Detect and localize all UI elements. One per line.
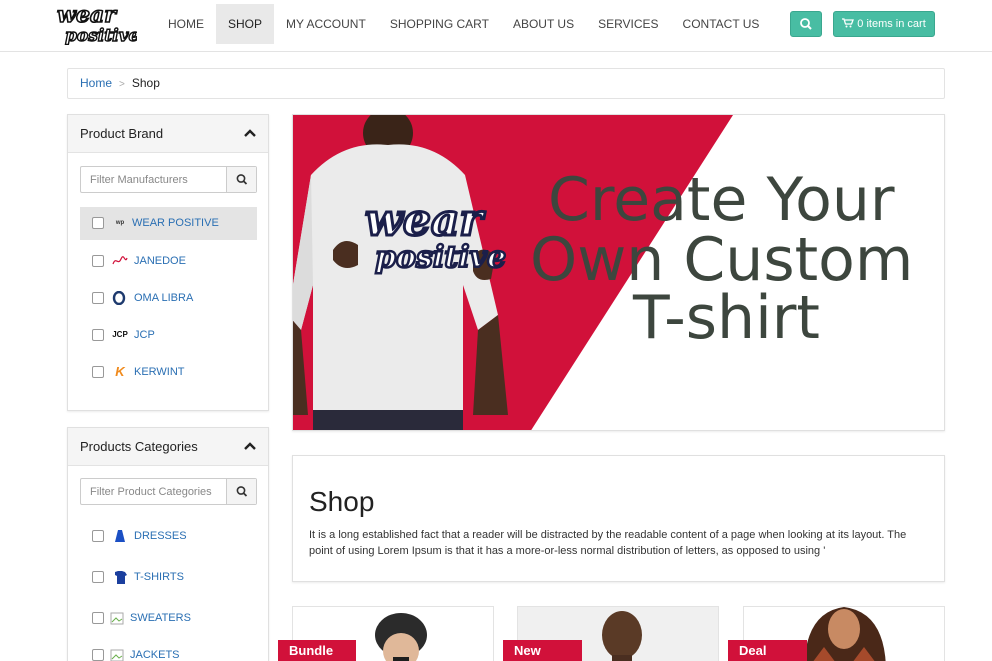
category-item-tshirts[interactable]: T-SHIRTS: [80, 561, 257, 594]
category-item-jackets[interactable]: JACKETS: [80, 639, 257, 661]
wear-positive-brand-icon: wp: [115, 220, 125, 226]
breadcrumb-home-link[interactable]: Home: [80, 76, 112, 90]
brand-checkbox[interactable]: [92, 217, 104, 229]
product-categories-header[interactable]: Products Categories: [68, 428, 268, 466]
product-brand-panel: Product Brand wp WEAR POSITIVE JANEDOE O…: [67, 114, 269, 411]
category-checkbox[interactable]: [92, 649, 104, 661]
product-brand-title: Product Brand: [80, 126, 164, 141]
category-filter-button[interactable]: [226, 479, 256, 504]
nav-home[interactable]: HOME: [156, 4, 216, 44]
jcp-brand-icon: JCP: [112, 330, 128, 339]
nav-contact-us[interactable]: CONTACT US: [671, 4, 772, 44]
product-categories-title: Products Categories: [80, 439, 198, 454]
chevron-up-icon[interactable]: [244, 128, 256, 138]
svg-text:wear: wear: [57, 3, 117, 28]
shop-description: It is a long established fact that a rea…: [309, 529, 907, 557]
janedoe-brand-icon: [112, 256, 128, 265]
cart-icon: [842, 18, 855, 28]
category-item-sweaters[interactable]: SWEATERS: [80, 602, 257, 635]
category-label: DRESSES: [134, 530, 187, 542]
brand-label: WEAR POSITIVE: [132, 217, 219, 229]
search-icon: [800, 18, 812, 30]
breadcrumb-separator: >: [119, 79, 125, 90]
brand-item-janedoe[interactable]: JANEDOE: [80, 245, 257, 278]
promo-banner[interactable]: wear positive Create Your Own Custom T-s…: [292, 114, 945, 431]
brand-checkbox[interactable]: [92, 255, 104, 267]
category-item-dresses[interactable]: DRESSES: [80, 520, 257, 553]
category-checkbox[interactable]: [92, 571, 104, 583]
product-categories-panel: Products Categories DRESSES T-SHIRTS SWE…: [67, 427, 269, 661]
brand-item-kerwint[interactable]: K KERWINT: [80, 356, 257, 389]
logo[interactable]: wear positive: [55, 3, 137, 45]
product-badge: Bundle: [278, 640, 356, 661]
brand-checkbox[interactable]: [92, 292, 104, 304]
brand-filter-input[interactable]: [81, 167, 227, 192]
brand-checkbox[interactable]: [92, 329, 104, 341]
brand-filter: [80, 166, 257, 193]
broken-image-icon: [110, 612, 124, 625]
broken-image-icon: [110, 649, 124, 661]
site-header: wear positive HOME SHOP MY ACCOUNT SHOPP…: [0, 0, 992, 52]
category-label: SWEATERS: [130, 612, 191, 624]
shirt-print-line2: positive: [375, 240, 506, 275]
chevron-up-icon[interactable]: [244, 441, 256, 451]
category-label: T-SHIRTS: [134, 571, 184, 583]
search-icon: [236, 174, 248, 185]
header-search-button[interactable]: [790, 11, 822, 37]
dress-icon: [115, 530, 125, 542]
nav-shopping-cart[interactable]: SHOPPING CART: [378, 4, 501, 44]
nav-services[interactable]: SERVICES: [586, 4, 670, 44]
product-badge: Deal: [728, 640, 807, 661]
brand-checkbox[interactable]: [92, 366, 104, 378]
tshirt-icon: [115, 571, 127, 584]
main-nav: HOME SHOP MY ACCOUNT SHOPPING CART ABOUT…: [156, 4, 771, 44]
brand-item-jcp[interactable]: JCP JCP: [80, 319, 257, 352]
nav-my-account[interactable]: MY ACCOUNT: [274, 4, 378, 44]
breadcrumb: Home > Shop: [67, 68, 945, 99]
category-checkbox[interactable]: [92, 530, 104, 542]
nav-shop[interactable]: SHOP: [216, 4, 275, 44]
cart-button[interactable]: 0 items in cart: [833, 11, 935, 37]
kerwint-brand-icon: K: [115, 364, 125, 379]
nav-about-us[interactable]: ABOUT US: [501, 4, 586, 44]
category-filter: [80, 478, 257, 505]
category-label: JACKETS: [130, 649, 180, 661]
oma-libra-brand-icon: [112, 291, 126, 305]
brand-label: JANEDOE: [134, 255, 186, 267]
brand-label: OMA LIBRA: [134, 292, 194, 304]
category-checkbox[interactable]: [92, 612, 104, 624]
brand-label: KERWINT: [134, 366, 185, 378]
category-filter-input[interactable]: [81, 479, 227, 504]
shop-intro-box: Shop It is a long established fact that …: [292, 455, 945, 582]
search-icon: [236, 486, 248, 497]
breadcrumb-current: Shop: [131, 76, 160, 90]
svg-text:positive: positive: [65, 26, 137, 45]
product-brand-header[interactable]: Product Brand: [68, 115, 268, 153]
brand-label: JCP: [134, 329, 155, 341]
product-badge: New: [503, 640, 582, 661]
cart-label: 0 items in cart: [857, 18, 926, 30]
brand-item-oma-libra[interactable]: OMA LIBRA: [80, 282, 257, 315]
brand-item-wear-positive[interactable]: wp WEAR POSITIVE: [80, 207, 257, 240]
brand-filter-button[interactable]: [226, 167, 256, 192]
page-title: Shop: [309, 486, 375, 517]
banner-headline-line3: T-shirt: [633, 283, 820, 353]
shirt-print-line1: wear: [365, 195, 485, 246]
